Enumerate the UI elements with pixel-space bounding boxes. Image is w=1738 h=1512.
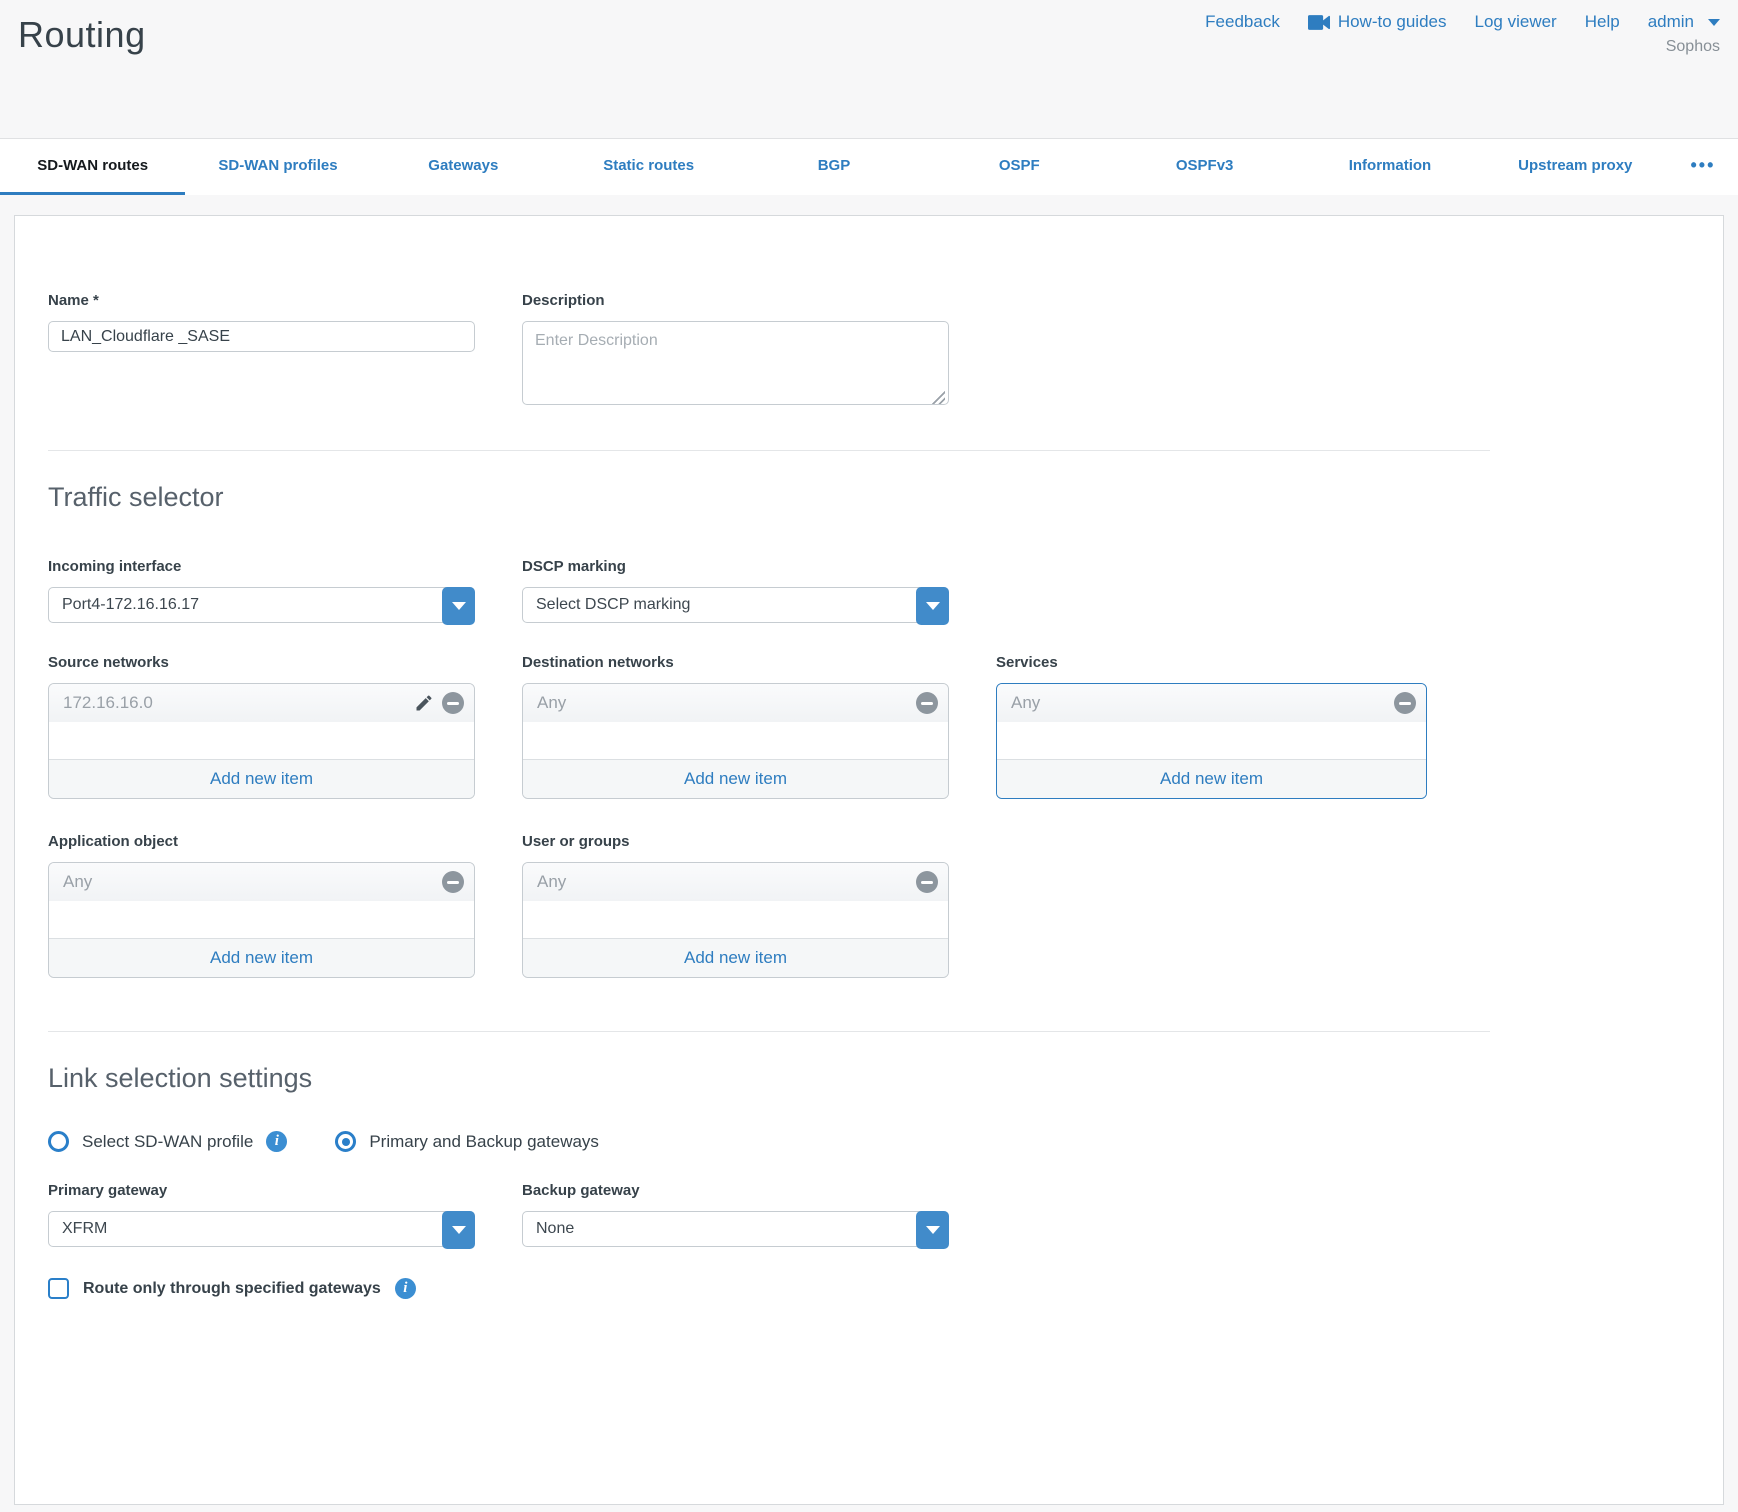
radio-icon[interactable] bbox=[48, 1131, 69, 1152]
incoming-interface-label: Incoming interface bbox=[48, 558, 475, 575]
info-icon[interactable]: i bbox=[266, 1131, 287, 1152]
add-new-item-button[interactable]: Add new item bbox=[523, 938, 948, 977]
add-new-item-button[interactable]: Add new item bbox=[49, 938, 474, 977]
top-right-nav: Feedback How-to guides Log viewer Help a… bbox=[1205, 12, 1720, 56]
remove-item-icon[interactable] bbox=[916, 871, 938, 893]
services-label: Services bbox=[996, 654, 1427, 671]
tab-bar: SD-WAN routes SD-WAN profiles Gateways S… bbox=[0, 138, 1738, 195]
tab-ospf[interactable]: OSPF bbox=[927, 139, 1112, 195]
help-link[interactable]: Help bbox=[1585, 12, 1620, 32]
user-or-groups-box: Any Add new item bbox=[522, 862, 949, 978]
tab-gateways[interactable]: Gateways bbox=[371, 139, 556, 195]
route-only-label: Route only through specified gateways bbox=[83, 1280, 381, 1298]
primary-gateway-label: Primary gateway bbox=[48, 1182, 475, 1199]
video-camera-icon bbox=[1308, 15, 1330, 30]
remove-item-icon[interactable] bbox=[442, 871, 464, 893]
remove-item-icon[interactable] bbox=[916, 692, 938, 714]
brand-label: Sophos bbox=[1205, 38, 1720, 56]
route-only-row: Route only through specified gateways i bbox=[48, 1278, 1723, 1299]
source-networks-label: Source networks bbox=[48, 654, 475, 671]
top-header: Routing Feedback How-to guides Log viewe… bbox=[0, 0, 1738, 138]
dropdown-caret-icon[interactable] bbox=[916, 1211, 949, 1249]
tab-overflow-ellipsis-icon[interactable]: ••• bbox=[1668, 139, 1738, 195]
radio-primary-backup-gateways[interactable]: Primary and Backup gateways bbox=[335, 1131, 599, 1152]
sd-wan-route-form: Name * Description Traffic selector Inco… bbox=[14, 215, 1724, 1505]
destination-networks-box: Any Add new item bbox=[522, 683, 949, 799]
primary-gateway-select[interactable]: XFRM bbox=[48, 1211, 475, 1247]
radio-select-sdwan-profile[interactable]: Select SD-WAN profile i bbox=[48, 1131, 287, 1152]
gateways-row: Primary gateway XFRM Backup gateway None bbox=[48, 1182, 1723, 1247]
add-new-item-button[interactable]: Add new item bbox=[997, 759, 1426, 798]
dropdown-caret-icon[interactable] bbox=[442, 1211, 475, 1249]
dscp-marking-select[interactable]: Select DSCP marking bbox=[522, 587, 949, 623]
info-icon[interactable]: i bbox=[395, 1278, 416, 1299]
add-new-item-button[interactable]: Add new item bbox=[49, 759, 474, 798]
section-divider bbox=[48, 1031, 1490, 1032]
section-divider bbox=[48, 450, 1490, 451]
route-only-checkbox[interactable] bbox=[48, 1278, 69, 1299]
radio-icon[interactable] bbox=[335, 1131, 356, 1152]
dropdown-caret-icon[interactable] bbox=[916, 587, 949, 625]
list-item: 172.16.16.0 bbox=[49, 684, 474, 722]
application-users-row: Application object Any Add new item User… bbox=[48, 833, 1723, 978]
feedback-link[interactable]: Feedback bbox=[1205, 12, 1280, 32]
description-label: Description bbox=[522, 292, 949, 309]
tab-sd-wan-profiles[interactable]: SD-WAN profiles bbox=[185, 139, 370, 195]
backup-gateway-select[interactable]: None bbox=[522, 1211, 949, 1247]
link-selection-heading: Link selection settings bbox=[48, 1063, 1723, 1094]
traffic-selector-heading: Traffic selector bbox=[48, 482, 1723, 513]
edit-pencil-icon[interactable] bbox=[413, 692, 435, 714]
link-selection-radio-row: Select SD-WAN profile i Primary and Back… bbox=[48, 1131, 1723, 1152]
admin-menu[interactable]: admin bbox=[1648, 12, 1720, 32]
remove-item-icon[interactable] bbox=[1394, 692, 1416, 714]
application-object-label: Application object bbox=[48, 833, 475, 850]
tab-static-routes[interactable]: Static routes bbox=[556, 139, 741, 195]
name-label: Name * bbox=[48, 292, 475, 309]
log-viewer-link[interactable]: Log viewer bbox=[1475, 12, 1557, 32]
required-asterisk: * bbox=[93, 292, 99, 309]
list-item: Any bbox=[523, 684, 948, 722]
chevron-down-icon bbox=[1708, 19, 1720, 26]
incoming-interface-select[interactable]: Port4-172.16.16.17 bbox=[48, 587, 475, 623]
tab-sd-wan-routes[interactable]: SD-WAN routes bbox=[0, 139, 185, 195]
description-textarea[interactable] bbox=[522, 321, 949, 405]
tab-bgp[interactable]: BGP bbox=[741, 139, 926, 195]
dscp-marking-label: DSCP marking bbox=[522, 558, 949, 575]
add-new-item-button[interactable]: Add new item bbox=[523, 759, 948, 798]
tab-information[interactable]: Information bbox=[1297, 139, 1482, 195]
services-box: Any Add new item bbox=[996, 683, 1427, 799]
name-input[interactable] bbox=[48, 321, 475, 352]
interface-dscp-row: Incoming interface Port4-172.16.16.17 DS… bbox=[48, 558, 1723, 623]
list-item: Any bbox=[523, 863, 948, 901]
name-description-row: Name * Description bbox=[48, 292, 1723, 410]
application-object-box: Any Add new item bbox=[48, 862, 475, 978]
destination-networks-label: Destination networks bbox=[522, 654, 949, 671]
networks-services-row: Source networks 172.16.16.0 Add new item… bbox=[48, 654, 1723, 799]
tab-upstream-proxy[interactable]: Upstream proxy bbox=[1483, 139, 1668, 195]
tab-ospfv3[interactable]: OSPFv3 bbox=[1112, 139, 1297, 195]
list-item: Any bbox=[49, 863, 474, 901]
howto-guides-link[interactable]: How-to guides bbox=[1308, 12, 1447, 32]
dropdown-caret-icon[interactable] bbox=[442, 587, 475, 625]
backup-gateway-label: Backup gateway bbox=[522, 1182, 949, 1199]
user-or-groups-label: User or groups bbox=[522, 833, 949, 850]
list-item: Any bbox=[997, 684, 1426, 722]
source-networks-box: 172.16.16.0 Add new item bbox=[48, 683, 475, 799]
remove-item-icon[interactable] bbox=[442, 692, 464, 714]
